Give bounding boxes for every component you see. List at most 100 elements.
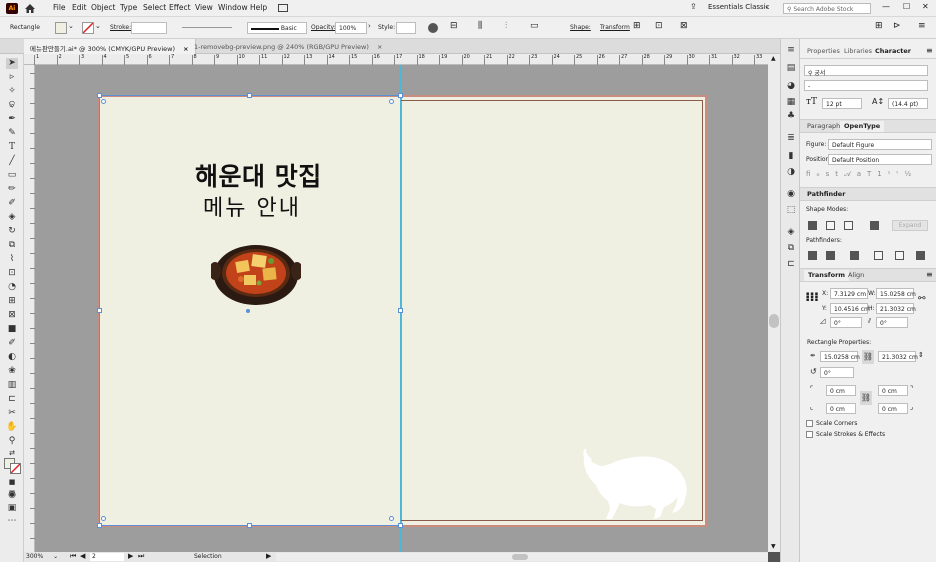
scale-corners-checkbox[interactable] [806, 420, 813, 427]
brush-definition-field[interactable]: Basic [247, 22, 307, 34]
rectangle-tool-icon[interactable]: ▭ [6, 170, 18, 181]
tab-paragraph[interactable]: Paragraph [807, 123, 840, 130]
screen-mode-icon[interactable]: ▣ [6, 503, 18, 514]
type-tool-icon[interactable]: T [6, 142, 18, 153]
zoom-tool-icon[interactable]: ⚲ [6, 436, 18, 447]
link-dimensions-icon[interactable]: ⛓ [862, 350, 874, 364]
rect-rotate-field[interactable]: 0° [820, 367, 854, 378]
menu-select[interactable]: Select [143, 4, 166, 12]
minus-front-icon[interactable] [826, 221, 835, 230]
close-window-button[interactable]: ✕ [922, 3, 929, 11]
font-family-field[interactable]: ⚲ 궁서 [804, 65, 928, 77]
rotate-field[interactable]: 0° [830, 317, 862, 328]
paintbrush-tool-icon[interactable]: ✏ [6, 184, 18, 195]
shape-builder-tool-icon[interactable]: ◔ [6, 282, 18, 293]
vertical-ruler[interactable] [24, 65, 35, 552]
eraser-tool-icon[interactable]: ◈ [6, 212, 18, 223]
resize-handle-bottom[interactable] [247, 523, 252, 528]
asset-export-panel-icon[interactable]: ⊏ [785, 259, 797, 270]
edit-toolbar-icon[interactable]: ⋯ [6, 516, 18, 527]
bull-silhouette-image[interactable] [580, 445, 692, 521]
prev-artboard-icon[interactable]: ◀ [80, 553, 85, 560]
tab-opentype[interactable]: OpenType [840, 121, 885, 132]
pen-tool-icon[interactable]: ✒ [6, 114, 18, 125]
corner-top-right-field[interactable]: 0 cm [878, 385, 908, 396]
libraries-panel-icon[interactable]: ▤ [785, 63, 797, 74]
shape-label[interactable]: Shape: [570, 25, 591, 31]
home-icon[interactable] [24, 3, 36, 14]
close-icon[interactable]: × [377, 43, 382, 51]
link-corners-icon[interactable]: ⛓ [860, 391, 872, 405]
artboard-tool-icon[interactable]: ⊏ [6, 394, 18, 405]
corner-widget-top-left[interactable] [101, 99, 106, 104]
transform-link[interactable]: Transform [600, 25, 630, 31]
scroll-down-icon[interactable]: ▼ [771, 544, 776, 550]
transparency-panel-icon[interactable]: ◑ [785, 167, 797, 178]
figure-select[interactable]: Default Figure [828, 139, 932, 150]
rotate-tool-icon[interactable]: ↻ [6, 226, 18, 237]
shaper-tool-icon[interactable]: ✐ [6, 198, 18, 209]
panel-options-icon[interactable]: ⊳ [893, 22, 901, 31]
resize-handle-bottom-left[interactable] [97, 523, 102, 528]
corner-bottom-left-field[interactable]: 0 cm [826, 403, 856, 414]
slice-tool-icon[interactable]: ✂ [6, 408, 18, 419]
menu-effect[interactable]: Effect [169, 4, 191, 12]
position-select[interactable]: Default Position [828, 154, 932, 165]
control-menu-icon[interactable]: ⊞ [875, 22, 883, 31]
artboard-number-field[interactable]: 2 [90, 553, 124, 561]
status-mode-text[interactable]: Selection [194, 554, 222, 560]
tab-character[interactable]: Character [875, 48, 911, 55]
intersect-icon[interactable] [844, 221, 853, 230]
standard-ligatures-icon[interactable]: ﬁ [806, 170, 816, 178]
menu-object[interactable]: Object [91, 4, 115, 12]
symbols-panel-icon[interactable]: ♣ [785, 111, 797, 122]
graphic-styles-panel-icon[interactable]: ⬚ [785, 205, 797, 216]
menu-file[interactable]: File [53, 4, 66, 12]
last-artboard-icon[interactable]: ⏭ [138, 553, 144, 560]
discretionary-ligatures-icon[interactable]: st [826, 170, 844, 178]
fill-dropdown-icon[interactable]: ⌄ [68, 23, 74, 30]
corner-widget-bottom-left[interactable] [101, 516, 106, 521]
swash-icon[interactable]: 𝒜 [844, 170, 857, 178]
zoom-field[interactable]: 300% ⌄ [26, 553, 66, 561]
color-mode-icon[interactable]: ■ ▦ [6, 477, 18, 497]
horizontal-ruler[interactable]: 1 2 3 4 5 6 7 8 9 10 11 12 13 14 15 16 17 18 19 20 21 22 23 24 2… [24, 54, 768, 65]
layers-panel-icon[interactable]: ◈ [785, 227, 797, 238]
minus-back-icon[interactable] [916, 251, 925, 260]
opacity-field[interactable]: 100% [335, 22, 367, 34]
hand-tool-icon[interactable]: ✋ [6, 422, 18, 433]
next-artboard-icon[interactable]: ▶ [128, 553, 133, 560]
constrain-proportions-icon[interactable]: ⚯ [918, 295, 926, 304]
gradient-panel-icon[interactable]: ▮ [785, 151, 797, 162]
corner-top-left-field[interactable]: 0 cm [826, 385, 856, 396]
warp-tool-icon[interactable]: ⌇ [6, 254, 18, 265]
properties-panel-icon[interactable]: ≡ [785, 45, 797, 56]
tab-libraries[interactable]: Libraries [844, 48, 872, 55]
stroke-color-swatch[interactable] [10, 463, 21, 474]
stroke-dropdown-icon[interactable]: ⌄ [95, 23, 101, 30]
eyedropper-tool-icon[interactable]: ✐ [6, 338, 18, 349]
scale-tool-icon[interactable]: ⧉ [6, 240, 18, 251]
font-style-field[interactable]: - [804, 80, 928, 91]
chevron-right-icon[interactable]: › [368, 23, 371, 30]
corner-widget-top-right[interactable] [389, 99, 394, 104]
tab-align[interactable]: Align [848, 272, 864, 279]
fill-swatch[interactable] [55, 22, 67, 34]
transform-options-icon[interactable]: ⊞ [633, 22, 641, 31]
stock-search-field[interactable]: ⚲ Search Adobe Stock [783, 3, 871, 14]
direct-selection-tool-icon[interactable]: ▹ [6, 72, 18, 83]
align-horizontal-icon[interactable]: ⫼ [478, 22, 482, 31]
tab-menu-document[interactable]: 메뉴판만들기.ai* @ 300% (CMYK/GPU Preview) × [24, 39, 196, 54]
appearance-panel-icon[interactable]: ◉ [785, 189, 797, 200]
scroll-up-icon[interactable]: ▲ [771, 56, 776, 62]
artboards-panel-icon[interactable]: ⧉ [785, 243, 797, 254]
mesh-tool-icon[interactable]: ⊠ [6, 310, 18, 321]
unite-icon[interactable] [808, 221, 817, 230]
reference-point-grid[interactable]: ▪▪▪ ▪▪▪ ▪▪▪ [806, 292, 818, 303]
line-tool-icon[interactable]: ╱ [6, 156, 18, 167]
panel-menu-icon[interactable]: ≡ [926, 47, 933, 55]
maximize-button[interactable]: ☐ [903, 3, 910, 11]
arrange-icon[interactable]: ⊠ [680, 22, 688, 31]
menu-type[interactable]: Type [120, 4, 137, 12]
menu-edit[interactable]: Edit [72, 4, 87, 12]
